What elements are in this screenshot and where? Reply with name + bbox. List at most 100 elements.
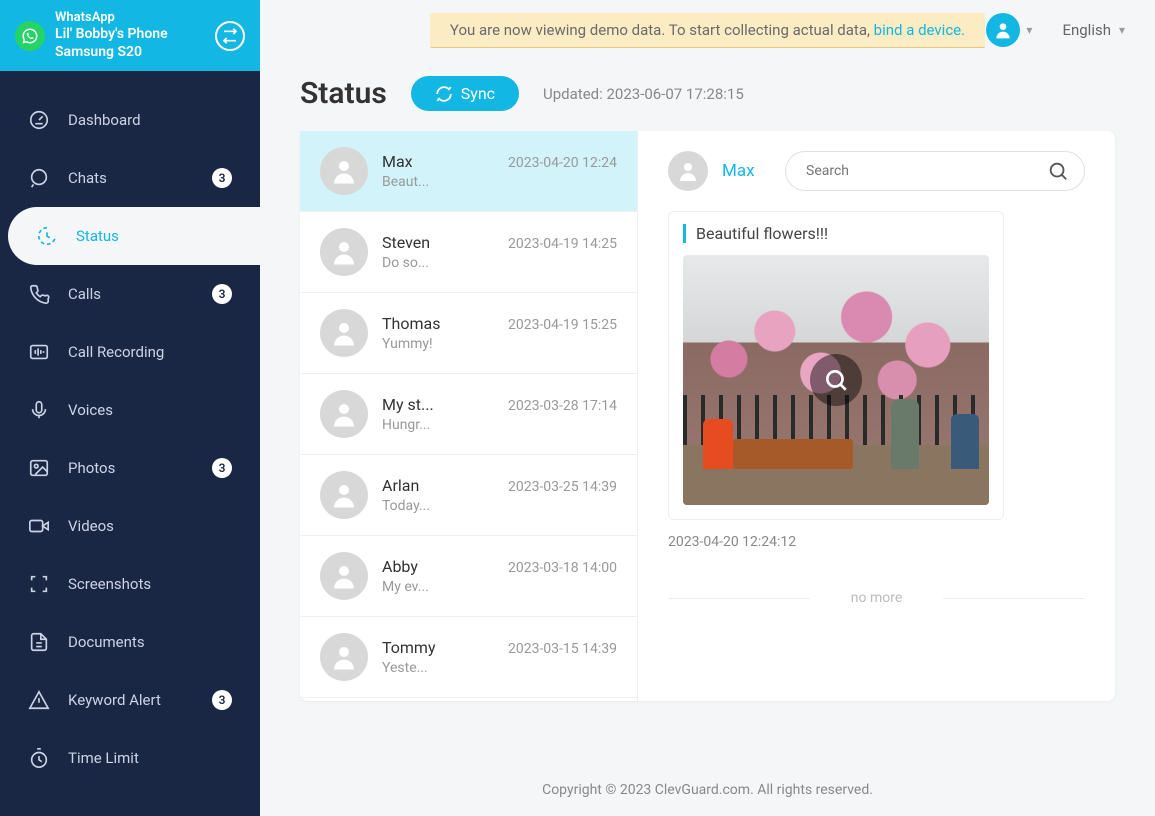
- search-input[interactable]: [785, 151, 1085, 191]
- sidebar-item-videos[interactable]: Videos: [0, 497, 260, 555]
- time-limit-icon: [28, 747, 50, 769]
- status-preview: Yeste...: [382, 660, 442, 676]
- no-more-label: no more: [668, 590, 1085, 606]
- status-image[interactable]: [683, 255, 989, 505]
- status-name: My st...: [382, 395, 434, 414]
- sidebar: WhatsApp Lil' Bobby's Phone Samsung S20 …: [0, 0, 260, 816]
- status-panel: Max 2023-04-20 12:24 Beaut... Steven 202…: [300, 131, 1115, 701]
- badge: 3: [212, 284, 232, 304]
- sidebar-item-label: Status: [76, 227, 119, 245]
- status-time: 2023-04-19 15:25: [508, 317, 617, 333]
- user-avatar-icon: [986, 13, 1020, 47]
- sync-label: Sync: [461, 84, 495, 103]
- footer: Copyright © 2023 ClevGuard.com. All righ…: [260, 764, 1155, 816]
- status-item[interactable]: Tommy 2023-03-15 14:39 Yeste...: [300, 617, 637, 698]
- status-time: 2023-03-18 14:00: [508, 560, 617, 576]
- sidebar-item-screenshots[interactable]: Screenshots: [0, 555, 260, 613]
- status-item[interactable]: Abby 2023-03-18 14:00 My ev...: [300, 536, 637, 617]
- voices-icon: [28, 399, 50, 421]
- status-time: 2023-03-25 14:39: [508, 479, 617, 495]
- status-preview: My ev...: [382, 579, 442, 595]
- status-item[interactable]: My st... 2023-03-28 17:14 Hungr...: [300, 374, 637, 455]
- avatar: [320, 390, 368, 438]
- avatar: [320, 471, 368, 519]
- status-name: Abby: [382, 557, 418, 576]
- status-card: Beautiful flowers!!!: [668, 211, 1004, 520]
- sidebar-nav: Dashboard Chats 3 Status Calls 3 Call Re…: [0, 71, 260, 816]
- status-caption: Beautiful flowers!!!: [683, 224, 989, 243]
- page-header: Status Sync Updated: 2023-06-07 17:28:15: [260, 60, 1155, 131]
- status-preview: Yummy!: [382, 336, 442, 352]
- switch-device-button[interactable]: [215, 21, 245, 51]
- avatar: [320, 309, 368, 357]
- sidebar-item-time-limit[interactable]: Time Limit: [0, 729, 260, 787]
- sidebar-item-documents[interactable]: Documents: [0, 613, 260, 671]
- status-preview: Do so...: [382, 255, 442, 271]
- demo-banner: You are now viewing demo data. To start …: [430, 13, 985, 48]
- chevron-down-icon: ▾: [1119, 23, 1125, 37]
- topbar: You are now viewing demo data. To start …: [260, 0, 1155, 60]
- status-timestamp: 2023-04-20 12:24:12: [668, 534, 1085, 550]
- sidebar-item-chats[interactable]: Chats 3: [0, 149, 260, 207]
- badge: 3: [212, 458, 232, 478]
- sidebar-item-label: Calls: [68, 285, 101, 303]
- status-list: Max 2023-04-20 12:24 Beaut... Steven 202…: [300, 131, 638, 701]
- sidebar-item-label: Dashboard: [68, 111, 141, 129]
- sidebar-item-keyword-alert[interactable]: Keyword Alert 3: [0, 671, 260, 729]
- photos-icon: [28, 457, 50, 479]
- status-item[interactable]: Max 2023-04-20 12:24 Beaut...: [300, 131, 637, 212]
- status-name: Thomas: [382, 314, 440, 333]
- chevron-down-icon: ▾: [1026, 23, 1032, 37]
- status-name: Tommy: [382, 638, 436, 657]
- badge: 3: [212, 168, 232, 188]
- search-box: [785, 151, 1085, 191]
- sidebar-item-label: Call Recording: [68, 343, 164, 361]
- magnify-icon: [810, 354, 862, 406]
- detail-avatar: [668, 151, 708, 191]
- device-header: WhatsApp Lil' Bobby's Phone Samsung S20: [0, 0, 260, 71]
- dashboard-icon: [28, 109, 50, 131]
- chats-icon: [28, 167, 50, 189]
- search-icon[interactable]: [1047, 160, 1069, 182]
- bind-device-link[interactable]: bind a device.: [874, 21, 965, 39]
- badge: 3: [212, 690, 232, 710]
- sidebar-item-label: Keyword Alert: [68, 691, 161, 709]
- sidebar-item-photos[interactable]: Photos 3: [0, 439, 260, 497]
- status-icon: [36, 225, 58, 247]
- status-time: 2023-04-20 12:24: [508, 155, 617, 171]
- sidebar-item-calls[interactable]: Calls 3: [0, 265, 260, 323]
- device-name: Lil' Bobby's Phone: [55, 26, 205, 44]
- avatar: [320, 228, 368, 276]
- avatar: [320, 633, 368, 681]
- sync-button[interactable]: Sync: [411, 76, 519, 111]
- status-detail: Max Beautiful flowers!!! 2023-0: [638, 131, 1115, 701]
- sidebar-item-call-recording[interactable]: Call Recording: [0, 323, 260, 381]
- status-item[interactable]: Arlan 2023-03-25 14:39 Today...: [300, 455, 637, 536]
- alert-icon: [28, 689, 50, 711]
- avatar: [320, 552, 368, 600]
- page-title: Status: [300, 76, 387, 111]
- status-time: 2023-04-19 14:25: [508, 236, 617, 252]
- main: You are now viewing demo data. To start …: [260, 0, 1155, 816]
- avatar: [320, 147, 368, 195]
- status-time: 2023-03-28 17:14: [508, 398, 617, 414]
- language-selector[interactable]: English ▾: [1062, 21, 1125, 39]
- app-name: WhatsApp: [55, 10, 205, 26]
- status-time: 2023-03-15 14:39: [508, 641, 617, 657]
- sidebar-item-dashboard[interactable]: Dashboard: [0, 91, 260, 149]
- sidebar-item-status[interactable]: Status: [8, 207, 260, 265]
- sidebar-item-label: Photos: [68, 459, 115, 477]
- status-item[interactable]: Thomas 2023-04-19 15:25 Yummy!: [300, 293, 637, 374]
- status-item[interactable]: Steven 2023-04-19 14:25 Do so...: [300, 212, 637, 293]
- sidebar-item-label: Chats: [68, 169, 107, 187]
- sidebar-item-label: Documents: [68, 633, 145, 651]
- updated-time: Updated: 2023-06-07 17:28:15: [543, 85, 744, 103]
- language-label: English: [1062, 21, 1111, 39]
- sidebar-item-label: Time Limit: [68, 749, 139, 767]
- sidebar-item-voices[interactable]: Voices: [0, 381, 260, 439]
- banner-text: You are now viewing demo data. To start …: [450, 21, 874, 39]
- status-preview: Hungr...: [382, 417, 442, 433]
- videos-icon: [28, 515, 50, 537]
- account-menu[interactable]: ▾: [986, 13, 1032, 47]
- status-name: Steven: [382, 233, 430, 252]
